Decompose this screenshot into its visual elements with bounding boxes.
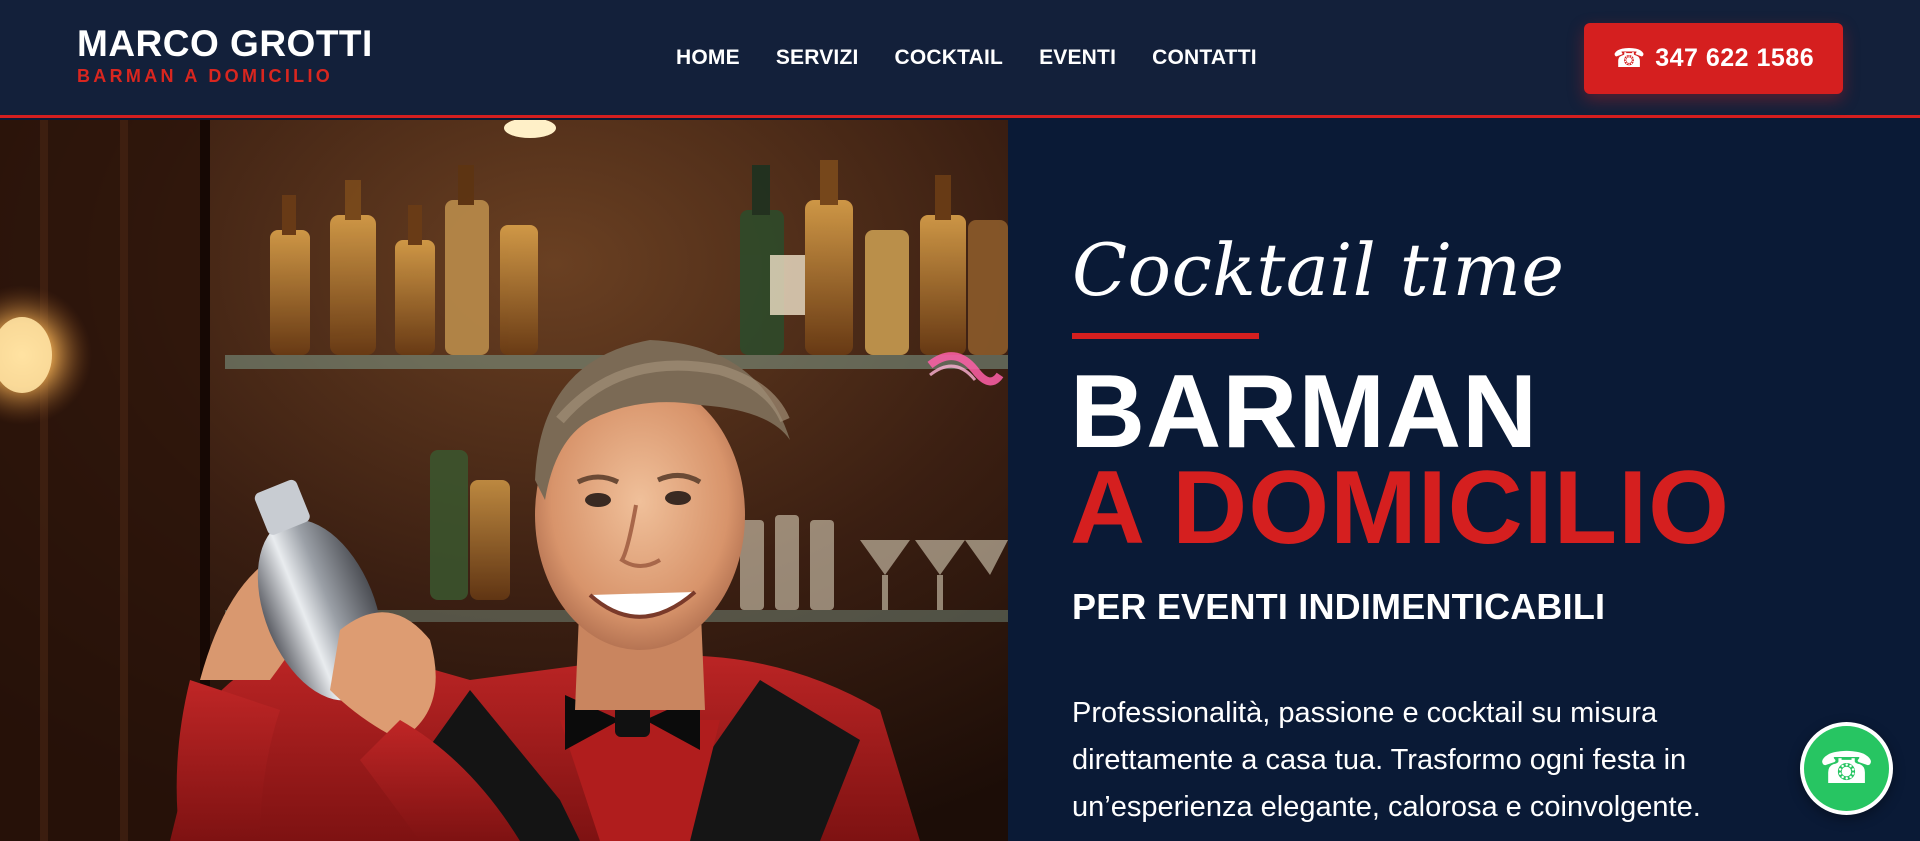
accent-rule (1072, 333, 1259, 339)
hero-description: Professionalità, passione e cocktail su … (1072, 697, 1701, 823)
bartender-photo (0, 120, 1008, 841)
phone-call-button[interactable]: ☎ 347 622 1586 (1584, 23, 1843, 94)
hero-headline-line1: BARMAN (1070, 354, 1539, 470)
hero-headline-line2: A DOMICILIO (1070, 450, 1730, 566)
brand-name: MARCO GROTTI (77, 23, 373, 64)
phone-icon: ☎ (1612, 43, 1646, 74)
brand-tagline: BARMAN A DOMICILIO (77, 66, 334, 86)
nav-cocktail[interactable]: COCKTAIL (895, 46, 1004, 70)
nav-home[interactable]: HOME (676, 46, 740, 70)
nav-contatti[interactable]: CONTATTI (1152, 46, 1257, 70)
nav-servizi[interactable]: SERVIZI (776, 46, 859, 70)
site-header: MARCO GROTTI BARMAN A DOMICILIO HOME SER… (0, 0, 1920, 118)
nav-eventi[interactable]: EVENTI (1039, 46, 1116, 70)
hero-subheadline: PER EVENTI INDIMENTICABILI (1072, 586, 1606, 627)
hero-photo (0, 120, 1008, 841)
hero-script-title: Cocktail time (1072, 228, 1565, 312)
floating-call-button[interactable]: ☎ (1800, 722, 1893, 815)
main-nav: HOME SERVIZI COCKTAIL EVENTI CONTATTI (676, 46, 1257, 70)
hero-content: Cocktail time BARMAN A DOMICILIO PER EVE… (1008, 120, 1920, 841)
phone-icon: ☎ (1819, 742, 1874, 794)
phone-number: 347 622 1586 (1655, 44, 1815, 72)
brand-logo[interactable]: MARCO GROTTI BARMAN A DOMICILIO (77, 24, 373, 87)
